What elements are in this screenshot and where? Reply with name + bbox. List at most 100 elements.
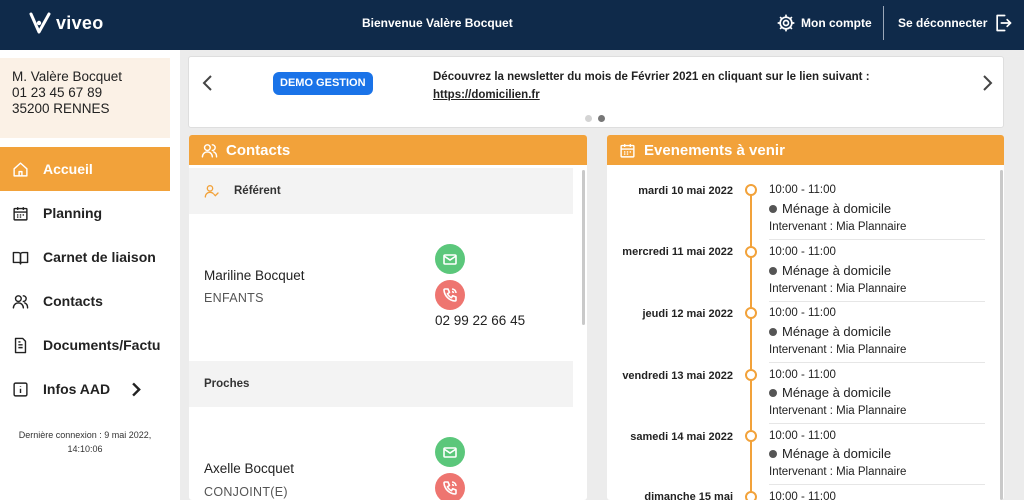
- last-login: Dernière connexion : 9 mai 2022, 14:10:0…: [10, 428, 160, 456]
- calendar-icon: [13, 206, 28, 221]
- carousel-dot-2[interactable]: [598, 115, 605, 122]
- event-date: mardi 10 mai 2022: [638, 185, 733, 197]
- events-header: Evenements à venir: [607, 135, 1004, 165]
- sidebar-item-contacts[interactable]: Contacts: [0, 279, 170, 323]
- event-date: samedi 14 mai 2022: [630, 431, 733, 443]
- section-referent: Référent: [189, 168, 573, 214]
- event-title[interactable]: Ménage à domicile: [769, 263, 891, 278]
- news-text-after: en cliquant sur le lien suivant :: [698, 71, 870, 83]
- carousel-prev-icon[interactable]: [199, 73, 217, 93]
- email-button[interactable]: [435, 437, 465, 467]
- welcome-text: Bienvenue Valère Bocquet: [362, 16, 513, 30]
- sidebar-item-label: Planning: [43, 205, 103, 221]
- sidebar-item-label: Documents/Factures: [43, 337, 161, 353]
- event-title[interactable]: Ménage à domicile: [769, 324, 891, 339]
- event-worker: Intervenant : Mia Plannaire: [769, 466, 907, 478]
- event-date: jeudi 12 mai 2022: [642, 308, 734, 320]
- user-phone: 01 23 45 67 89: [12, 85, 103, 100]
- header-divider: [883, 6, 884, 40]
- event-bullet: [769, 266, 777, 275]
- carousel-dots: [585, 115, 605, 122]
- logout-icon: [996, 14, 1012, 32]
- event-worker: Intervenant : Mia Plannaire: [769, 283, 907, 295]
- event-time: 10:00 - 11:00: [769, 491, 836, 500]
- event-worker: Intervenant : Mia Plannaire: [769, 405, 907, 417]
- carousel-dot-1[interactable]: [585, 115, 592, 122]
- email-button[interactable]: [435, 244, 465, 274]
- timeline-marker: [745, 491, 757, 500]
- book-icon: [12, 251, 29, 265]
- newsletter-link[interactable]: https://domicilien.fr: [433, 89, 540, 101]
- sidebar-item-planning[interactable]: Planning: [0, 191, 170, 235]
- user-check-icon: [204, 185, 219, 198]
- event-title[interactable]: Ménage à domicile: [769, 446, 891, 461]
- carousel-next-icon[interactable]: [978, 73, 996, 93]
- event-bullet: [769, 449, 777, 458]
- timeline-marker: [745, 369, 757, 381]
- contacts-title: Contacts: [226, 141, 291, 159]
- home-icon: [13, 161, 28, 177]
- gear-icon: [777, 14, 795, 32]
- info-icon: [13, 381, 28, 397]
- phone-icon: [443, 288, 457, 302]
- contacts-scrollbar[interactable]: [582, 170, 585, 325]
- timeline-marker: [745, 430, 757, 442]
- event-bullet: [769, 388, 777, 397]
- logo[interactable]: viveo: [28, 11, 104, 35]
- contact-role: ENFANTS: [204, 291, 264, 305]
- users-icon: [12, 294, 29, 309]
- sidebar-item-label: Contacts: [43, 293, 103, 309]
- section-proches: Proches: [189, 361, 573, 407]
- logo-text: viveo: [56, 12, 104, 33]
- section-label: Proches: [204, 378, 250, 390]
- event-worker: Intervenant : Mia Plannaire: [769, 344, 907, 356]
- sidebar-item-accueil[interactable]: Accueil: [0, 147, 170, 191]
- news-carousel: DEMO GESTION Découvrez la newsletter du …: [188, 56, 1004, 128]
- timeline-line: [750, 190, 752, 500]
- events-scrollbar[interactable]: [1000, 170, 1003, 500]
- event-title[interactable]: Ménage à domicile: [769, 201, 891, 216]
- contact-phone: 02 99 22 66 45: [435, 313, 526, 328]
- phone-button[interactable]: [435, 473, 465, 500]
- timeline-marker: [745, 307, 757, 319]
- event-separator: [769, 423, 985, 424]
- event-bullet: [769, 327, 777, 336]
- event-title-text: Ménage à domicile: [782, 446, 892, 461]
- timeline-marker: [745, 184, 757, 196]
- news-text-before: Découvrez la newsletter du mois de: [433, 71, 632, 83]
- event-date: vendredi 13 mai 2022: [622, 370, 733, 382]
- last-login-date: Dernière connexion : 9 mai 2022,: [18, 430, 152, 440]
- sidebar-item-infos-aad[interactable]: Infos AAD: [0, 367, 170, 411]
- timeline-marker: [745, 246, 757, 258]
- account-button[interactable]: Mon compte: [776, 13, 872, 33]
- section-label: Référent: [234, 185, 281, 197]
- user-city: 35200 RENNES: [12, 101, 110, 116]
- phone-button[interactable]: [435, 280, 465, 310]
- account-label: Mon compte: [801, 16, 872, 30]
- sidebar-item-documents[interactable]: Documents/Factures: [0, 323, 170, 367]
- event-title-text: Ménage à domicile: [782, 385, 892, 400]
- event-worker: Intervenant : Mia Plannaire: [769, 221, 907, 233]
- top-bar: viveo Bienvenue Valère Bocquet Mon compt…: [0, 0, 1024, 50]
- mail-icon: [443, 447, 457, 458]
- contacts-header: Contacts: [189, 135, 587, 165]
- logout-button[interactable]: Se déconnecter: [898, 13, 1013, 33]
- news-month: Février 2021: [631, 71, 699, 83]
- event-title-text: Ménage à domicile: [782, 263, 892, 278]
- contact-name: Axelle Bocquet: [204, 461, 295, 476]
- users-icon: [201, 143, 218, 158]
- logout-label: Se déconnecter: [898, 16, 988, 30]
- contact-role: CONJOINT(E): [204, 485, 288, 499]
- demo-badge: DEMO GESTION: [273, 72, 373, 95]
- user-card: M. Valère Bocquet 01 23 45 67 89 35200 R…: [0, 58, 170, 138]
- events-title: Evenements à venir: [644, 141, 785, 159]
- event-title[interactable]: Ménage à domicile: [769, 385, 891, 400]
- contacts-panel: Contacts Référent Mariline Bocquet ENFAN…: [189, 135, 587, 500]
- event-time: 10:00 - 11:00: [769, 369, 836, 381]
- calendar-icon: [620, 143, 635, 158]
- event-time: 10:00 - 11:00: [769, 184, 836, 196]
- phone-icon: [443, 481, 457, 495]
- events-panel: Evenements à venir mardi 10 mai 2022 10:…: [607, 135, 1004, 500]
- sidebar-item-carnet[interactable]: Carnet de liaison: [0, 235, 170, 279]
- sidebar: M. Valère Bocquet 01 23 45 67 89 35200 R…: [0, 50, 180, 500]
